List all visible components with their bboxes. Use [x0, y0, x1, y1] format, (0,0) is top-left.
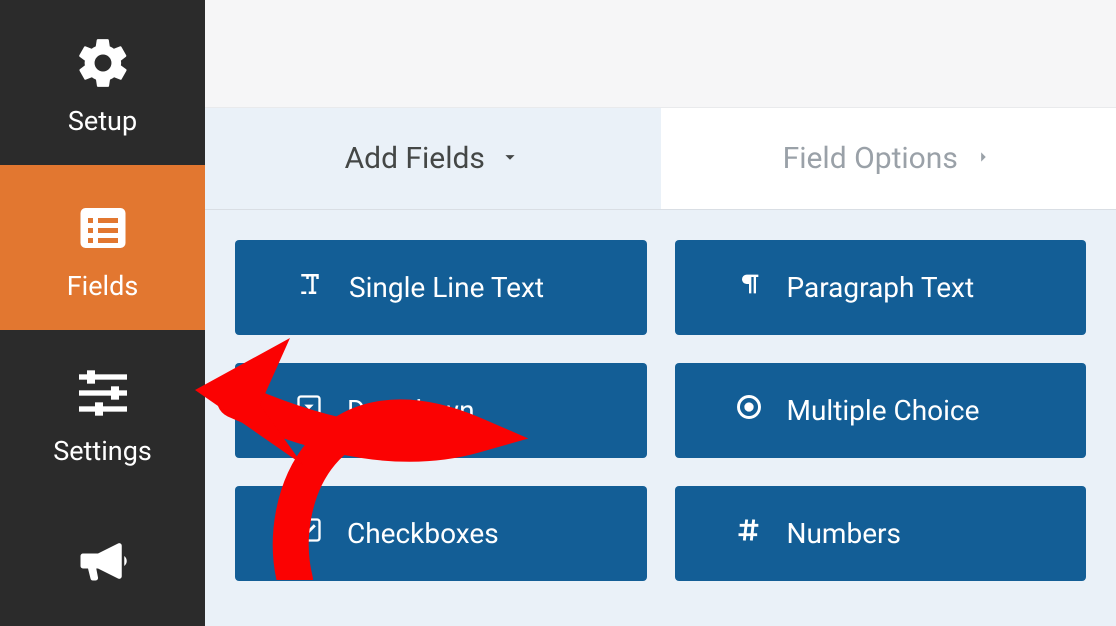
megaphone-icon — [69, 527, 137, 595]
field-numbers[interactable]: Numbers — [675, 486, 1087, 581]
list-icon — [69, 194, 137, 262]
field-paragraph-text[interactable]: Paragraph Text — [675, 240, 1087, 335]
field-label: Paragraph Text — [787, 271, 975, 304]
sidebar-item-label: Setup — [68, 105, 137, 137]
top-strip — [205, 0, 1116, 108]
radio-icon — [735, 393, 763, 428]
tab-label: Add Fields — [345, 141, 485, 176]
sidebar-item-settings[interactable]: Settings — [0, 330, 205, 495]
paragraph-icon — [735, 270, 763, 305]
tab-label: Field Options — [783, 141, 958, 176]
chevron-right-icon — [972, 141, 994, 176]
dropdown-icon — [295, 393, 323, 428]
tab-field-options[interactable]: Field Options — [661, 108, 1116, 209]
field-label: Multiple Choice — [787, 394, 980, 427]
sidebar-item-marketing[interactable]: Marketing — [0, 495, 205, 626]
main-area: Add Fields Field Options Single Line Tex… — [205, 0, 1116, 626]
text-cursor-icon — [295, 269, 325, 306]
fields-panel: Single Line Text Paragraph Text Dropdown… — [205, 210, 1116, 626]
sidebar: Setup Fields Settings Marketing — [0, 0, 205, 626]
sidebar-item-fields[interactable]: Fields — [0, 165, 205, 330]
field-label: Dropdown — [347, 394, 475, 427]
field-label: Numbers — [787, 517, 901, 550]
chevron-down-icon — [499, 141, 521, 176]
sidebar-item-setup[interactable]: Setup — [0, 0, 205, 165]
checkbox-icon — [295, 516, 323, 551]
field-multiple-choice[interactable]: Multiple Choice — [675, 363, 1087, 458]
hash-icon — [735, 516, 763, 551]
gear-icon — [69, 29, 137, 97]
panel-tabs: Add Fields Field Options — [205, 108, 1116, 210]
sidebar-item-label: Fields — [67, 270, 139, 302]
field-label: Single Line Text — [349, 271, 544, 304]
field-single-line-text[interactable]: Single Line Text — [235, 240, 647, 335]
tab-add-fields[interactable]: Add Fields — [205, 108, 661, 209]
sidebar-item-label: Settings — [53, 435, 152, 467]
field-dropdown[interactable]: Dropdown — [235, 363, 647, 458]
field-checkboxes[interactable]: Checkboxes — [235, 486, 647, 581]
field-label: Checkboxes — [347, 517, 499, 550]
sliders-icon — [69, 359, 137, 427]
